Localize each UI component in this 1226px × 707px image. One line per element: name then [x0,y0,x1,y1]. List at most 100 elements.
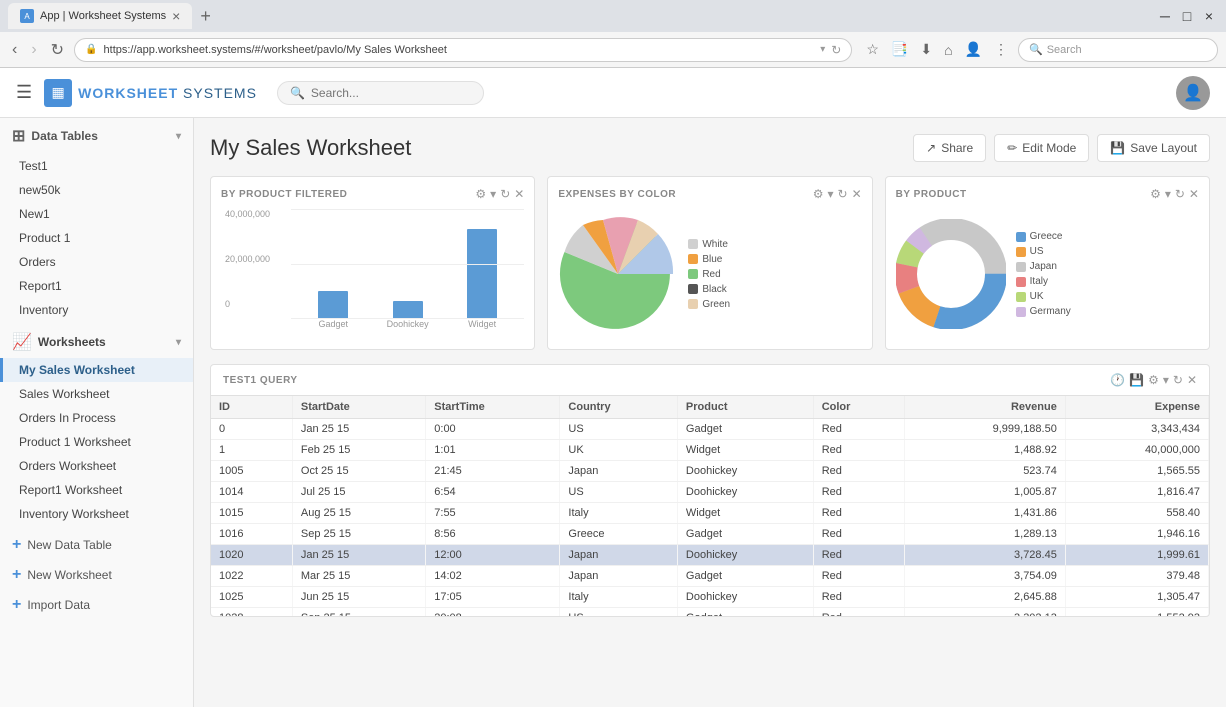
sidebar-item-orders-in-process[interactable]: Orders In Process [0,406,193,430]
col-header-country: Country [560,396,678,419]
sidebar-data-tables-header[interactable]: ⊞ Data Tables ▾ [0,118,193,154]
sidebar-item-my-sales-worksheet[interactable]: My Sales Worksheet [0,358,193,382]
by-product-settings-btn[interactable]: ⚙ [1150,187,1161,201]
col-header-id: ID [211,396,292,419]
forward-btn[interactable]: › [27,39,40,61]
edit-mode-btn[interactable]: ✏ Edit Mode [994,134,1089,162]
new-data-table-btn[interactable]: + New Data Table [0,530,193,560]
cell-product: Gadget [677,566,813,587]
minimize-btn[interactable]: ─ [1156,7,1174,25]
table-row[interactable]: 1028 Sep 25 15 20:08 US Gadget Red 3,302… [211,608,1209,617]
expenses-collapse-btn[interactable]: ▾ [828,187,834,201]
table-row[interactable]: 1015 Aug 25 15 7:55 Italy Widget Red 1,4… [211,503,1209,524]
share-icon: ↗ [926,141,936,155]
table-row[interactable]: 1025 Jun 25 15 17:05 Italy Doohickey Red… [211,587,1209,608]
sidebar-item-product1-worksheet[interactable]: Product 1 Worksheet [0,430,193,454]
table-row[interactable]: 1020 Jan 25 15 12:00 Japan Doohickey Red… [211,545,1209,566]
table-row[interactable]: 1014 Jul 25 15 6:54 US Doohickey Red 1,0… [211,482,1209,503]
cell-revenue: 2,645.88 [904,587,1065,608]
table-clock-btn[interactable]: 🕐 [1110,373,1125,387]
sidebar-item-inventory[interactable]: Inventory [0,298,193,322]
table-save-btn[interactable]: 💾 [1129,373,1144,387]
browser-tab[interactable]: A App | Worksheet Systems × [8,3,192,29]
more-btn[interactable]: ⋮ [990,39,1012,60]
sidebar-item-report1[interactable]: Report1 [0,274,193,298]
address-bar[interactable]: 🔒 https://app.worksheet.systems/#/worksh… [74,38,852,62]
download-btn[interactable]: ⬇ [916,39,936,60]
hamburger-menu-btn[interactable]: ☰ [16,82,32,103]
expenses-refresh-btn[interactable]: ↻ [838,187,848,201]
user-avatar[interactable]: 👤 [1176,76,1210,110]
cell-color: Red [813,419,904,440]
sidebar-item-orders-worksheet[interactable]: Orders Worksheet [0,454,193,478]
table-row[interactable]: 0 Jan 25 15 0:00 US Gadget Red 9,999,188… [211,419,1209,440]
cell-country: Italy [560,587,678,608]
close-btn[interactable]: × [1200,7,1218,25]
new-tab-btn[interactable]: + [200,7,211,25]
sidebar-item-test1[interactable]: Test1 [0,154,193,178]
sidebar-item-new1[interactable]: New1 [0,202,193,226]
table-row[interactable]: 1016 Sep 25 15 8:56 Greece Gadget Red 1,… [211,524,1209,545]
table-row[interactable]: 1005 Oct 25 15 21:45 Japan Doohickey Red… [211,461,1209,482]
table-row[interactable]: 1022 Mar 25 15 14:02 Japan Gadget Red 3,… [211,566,1209,587]
charts-row: BY PRODUCT FILTERED ⚙ ▾ ↻ ✕ 40,000,000 [210,176,1210,350]
table-settings-btn[interactable]: ⚙ [1148,373,1159,387]
content-area: My Sales Worksheet ↗ Share ✏ Edit Mode 💾… [194,118,1226,707]
table-row[interactable]: 1 Feb 25 15 1:01 UK Widget Red 1,488.92 … [211,440,1209,461]
address-dropdown-icon[interactable]: ▾ [820,44,825,55]
cell-revenue: 3,754.09 [904,566,1065,587]
refresh-btn[interactable]: ↻ [47,38,68,62]
share-btn[interactable]: ↗ Share [913,134,986,162]
sidebar-item-new50k[interactable]: new50k [0,178,193,202]
sidebar-worksheets-header[interactable]: 📈 Worksheets ▾ [0,326,193,358]
cell-country: Italy [560,503,678,524]
expenses-close-btn[interactable]: ✕ [852,187,862,201]
import-data-btn[interactable]: + Import Data [0,590,193,620]
table-refresh-btn[interactable]: ↻ [1173,373,1183,387]
chart-settings-btn[interactable]: ⚙ [475,187,486,201]
expenses-settings-btn[interactable]: ⚙ [813,187,824,201]
chart-close-btn[interactable]: ✕ [514,187,524,201]
table-close-btn[interactable]: ✕ [1187,373,1197,387]
account-btn[interactable]: 👤 [961,39,986,60]
save-layout-btn[interactable]: 💾 Save Layout [1097,134,1210,162]
sidebar-item-product1[interactable]: Product 1 [0,226,193,250]
maximize-btn[interactable]: □ [1178,7,1196,25]
table-collapse-btn[interactable]: ▾ [1163,373,1169,387]
tab-close-btn[interactable]: × [172,8,180,24]
home-btn[interactable]: ⌂ [940,39,956,60]
by-product-close-btn[interactable]: ✕ [1189,187,1199,201]
sidebar-item-sales-worksheet[interactable]: Sales Worksheet [0,382,193,406]
sidebar-item-report1-worksheet[interactable]: Report1 Worksheet [0,478,193,502]
bar-doohickey [393,301,423,319]
app-logo: ▦ WORKSHEET SYSTEMS [44,79,257,107]
sidebar-item-inventory-worksheet[interactable]: Inventory Worksheet [0,502,193,526]
table-scroll-area[interactable]: ID StartDate StartTime Country Product C… [211,396,1209,616]
cell-startdate: Aug 25 15 [292,503,425,524]
bookmark-star-btn[interactable]: ☆ [862,39,883,60]
legend-dot-japan [1016,262,1026,272]
sidebar-item-orders[interactable]: Orders [0,250,193,274]
app-search-icon: 🔍 [290,86,305,100]
by-product-refresh-btn[interactable]: ↻ [1175,187,1185,201]
browser-search-bar[interactable]: 🔍 Search [1018,38,1218,62]
by-product-collapse-btn[interactable]: ▾ [1165,187,1171,201]
bar-widget [467,229,497,319]
donut-chart-svg [896,219,1006,329]
x-label-gadget: Gadget [301,319,365,329]
cell-product: Doohickey [677,482,813,503]
new-worksheet-btn[interactable]: + New Worksheet [0,560,193,590]
legend-dot-red [688,269,698,279]
worksheets-label: Worksheets [38,335,106,349]
chart-expenses-icons: ⚙ ▾ ↻ ✕ [813,187,862,201]
cell-id: 1 [211,440,292,461]
address-refresh-icon[interactable]: ↻ [831,43,841,57]
chart-refresh-btn[interactable]: ↻ [500,187,510,201]
chart-collapse-btn[interactable]: ▾ [490,187,496,201]
cell-color: Red [813,545,904,566]
app-header: ☰ ▦ WORKSHEET SYSTEMS 🔍 👤 [0,68,1226,118]
app-search-bar[interactable]: 🔍 [277,81,484,105]
bookmark-list-btn[interactable]: 📑 [887,39,912,60]
app-search-input[interactable] [311,86,471,100]
back-btn[interactable]: ‹ [8,39,21,61]
